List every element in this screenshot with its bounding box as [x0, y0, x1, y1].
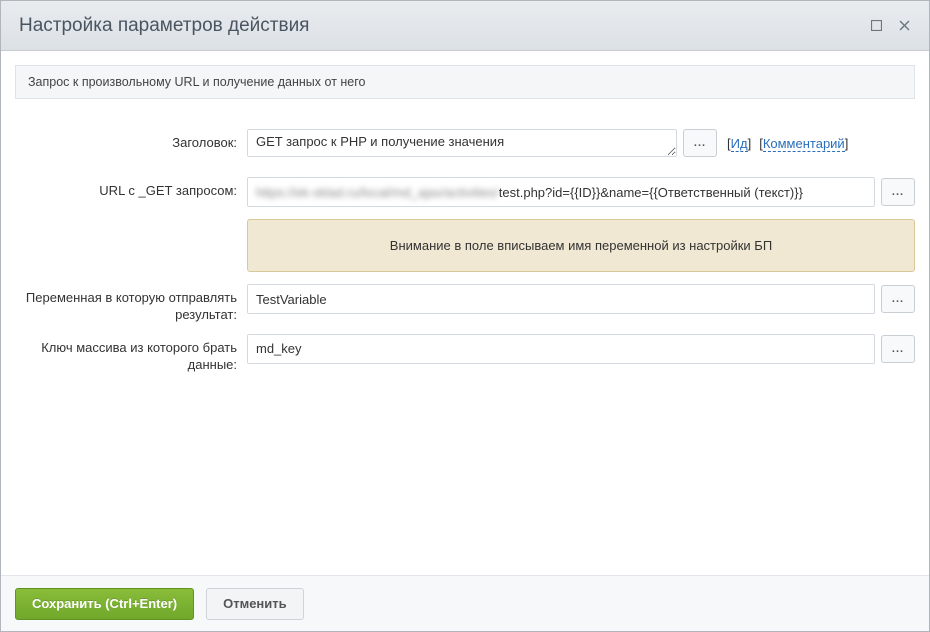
row-key: Ключ массива из которого брать данные: .… [15, 334, 915, 374]
title-more-button[interactable]: ... [683, 129, 717, 157]
variable-more-button[interactable]: ... [881, 285, 915, 313]
row-url: URL с _GET запросом: https://ek-sklad.ru… [15, 177, 915, 207]
maximize-button[interactable] [869, 19, 883, 33]
title-links: [Ид] [Комментарий] [727, 136, 848, 151]
description-bar: Запрос к произвольному URL и получение д… [15, 65, 915, 99]
dialog-header: Настройка параметров действия [1, 1, 929, 51]
label-url: URL с _GET запросом: [15, 177, 247, 200]
url-visible-part: test.php?id={{ID}}&name={{Ответственный … [499, 185, 803, 200]
link-id[interactable]: Ид [731, 136, 748, 152]
label-variable: Переменная в которую отправлять результа… [15, 284, 247, 324]
save-button[interactable]: Сохранить (Ctrl+Enter) [15, 588, 194, 620]
dialog-title: Настройка параметров действия [19, 15, 869, 37]
control-key: ... [247, 334, 915, 364]
control-url: https://ek-sklad.ru/local/md_ajax/activi… [247, 177, 915, 207]
control-title: ... [Ид] [Комментарий] [247, 129, 915, 157]
link-comment[interactable]: Комментарий [763, 136, 845, 152]
control-variable: ... [247, 284, 915, 314]
title-input[interactable] [247, 129, 677, 157]
row-variable: Переменная в которую отправлять результа… [15, 284, 915, 324]
label-key: Ключ массива из которого брать данные: [15, 334, 247, 374]
dialog-body: Запрос к произвольному URL и получение д… [1, 51, 929, 575]
row-title: Заголовок: ... [Ид] [Комментарий] [15, 129, 915, 157]
variable-input[interactable] [247, 284, 875, 314]
url-more-button[interactable]: ... [881, 178, 915, 206]
url-blurred-part: https://ek-sklad.ru/local/md_ajax/activi… [256, 185, 499, 200]
label-title: Заголовок: [15, 129, 247, 152]
cancel-button[interactable]: Отменить [206, 588, 304, 620]
warning-box: Внимание в поле вписываем имя переменной… [247, 219, 915, 272]
url-input[interactable]: https://ek-sklad.ru/local/md_ajax/activi… [247, 177, 875, 207]
key-input[interactable] [247, 334, 875, 364]
dialog-controls [869, 19, 911, 33]
close-button[interactable] [897, 19, 911, 33]
dialog-footer: Сохранить (Ctrl+Enter) Отменить [1, 575, 929, 631]
key-more-button[interactable]: ... [881, 335, 915, 363]
